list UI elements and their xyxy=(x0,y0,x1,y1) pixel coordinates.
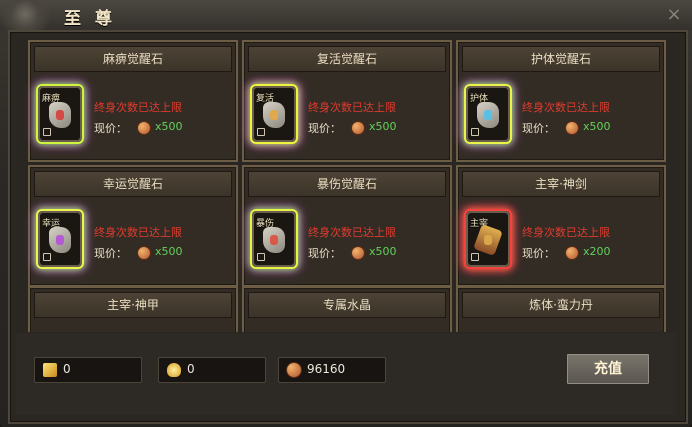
coin-icon xyxy=(352,122,364,134)
item-name: 主宰·神甲 xyxy=(34,292,232,318)
price-label: 现价： xyxy=(522,122,555,135)
lock-icon xyxy=(257,128,265,136)
item-card-sword[interactable]: 主宰·神剑 主宰 终身次数已达上限 现价： x200 xyxy=(456,165,666,287)
lock-icon xyxy=(43,253,51,261)
price-label: 现价： xyxy=(94,247,127,260)
item-name: 麻痹觉醒石 xyxy=(34,46,232,72)
luck-stone-slot[interactable]: 幸运 xyxy=(40,213,80,265)
item-name: 暴伤觉醒石 xyxy=(248,171,446,197)
coin-icon xyxy=(138,247,150,259)
revive-stone-slot[interactable]: 复活 xyxy=(254,88,294,140)
item-card-crystal[interactable]: 专属水晶 xyxy=(242,286,452,332)
item-name: 护体觉醒石 xyxy=(462,46,660,72)
close-icon[interactable]: × xyxy=(656,0,692,30)
stone-mark-icon xyxy=(484,235,492,245)
item-card-luck[interactable]: 幸运觉醒石 幸运 终身次数已达上限 现价： x500 xyxy=(28,165,238,287)
item-price: x500 xyxy=(583,120,611,133)
price-label: 现价： xyxy=(522,247,555,260)
item-price: x500 xyxy=(369,120,397,133)
coin-icon xyxy=(352,247,364,259)
price-label: 现价： xyxy=(308,247,341,260)
item-card-crit[interactable]: 暴伤觉醒石 暴伤 终身次数已达上限 现价： x500 xyxy=(242,165,452,287)
currency-footer: 0 0 96160 充值 xyxy=(16,333,676,415)
item-card-armor[interactable]: 主宰·神甲 xyxy=(28,286,238,332)
purchase-limit-status: 终身次数已达上限 xyxy=(308,226,396,239)
purchase-limit-status: 终身次数已达上限 xyxy=(94,226,182,239)
item-name: 专属水晶 xyxy=(248,292,446,318)
item-name: 幸运觉醒石 xyxy=(34,171,232,197)
item-name: 主宰·神剑 xyxy=(462,171,660,197)
recharge-button[interactable]: 充值 xyxy=(566,353,650,385)
stone-mark-icon xyxy=(56,235,64,245)
coin-balance: 96160 xyxy=(278,357,386,383)
gold-bar-icon xyxy=(43,363,57,377)
item-card-paralysis[interactable]: 麻痹觉醒石 麻痹 终身次数已达上限 现价： x500 xyxy=(28,40,238,162)
item-price: x500 xyxy=(155,120,183,133)
purchase-limit-status: 终身次数已达上限 xyxy=(522,101,610,114)
purchase-limit-status: 终身次数已达上限 xyxy=(522,226,610,239)
stone-mark-icon xyxy=(484,110,492,120)
ingot-icon xyxy=(167,363,181,377)
price-label: 现价： xyxy=(308,122,341,135)
lock-icon xyxy=(471,253,479,261)
coin-icon xyxy=(138,122,150,134)
gold-bar-balance: 0 xyxy=(34,357,142,383)
item-price: x500 xyxy=(155,245,183,258)
purchase-limit-status: 终身次数已达上限 xyxy=(94,101,182,114)
guard-stone-slot[interactable]: 护体 xyxy=(468,88,508,140)
coin-icon xyxy=(287,363,301,377)
ingot-balance: 0 xyxy=(158,357,266,383)
item-card-guard[interactable]: 护体觉醒石 护体 终身次数已达上限 现价： x500 xyxy=(456,40,666,162)
stone-mark-icon xyxy=(270,235,278,245)
lock-icon xyxy=(43,128,51,136)
ingot-value: 0 xyxy=(187,362,195,376)
stone-mark-icon xyxy=(56,110,64,120)
item-name: 炼体·蛮力丹 xyxy=(462,292,660,318)
price-label: 现价： xyxy=(94,122,127,135)
item-price: x200 xyxy=(583,245,611,258)
item-card-pill[interactable]: 炼体·蛮力丹 xyxy=(456,286,666,332)
gold-bar-value: 0 xyxy=(63,362,71,376)
purchase-limit-status: 终身次数已达上限 xyxy=(308,101,396,114)
paralysis-stone-slot[interactable]: 麻痹 xyxy=(40,88,80,140)
lock-icon xyxy=(471,128,479,136)
item-card-revive[interactable]: 复活觉醒石 复活 终身次数已达上限 现价： x500 xyxy=(242,40,452,162)
stone-mark-icon xyxy=(270,110,278,120)
item-name: 复活觉醒石 xyxy=(248,46,446,72)
lock-icon xyxy=(257,253,265,261)
coin-value: 96160 xyxy=(307,362,346,376)
window-title: 至 尊 xyxy=(64,9,116,29)
sword-slot[interactable]: 主宰 xyxy=(468,213,508,265)
title-bar: 至 尊 × xyxy=(0,0,692,36)
crit-stone-slot[interactable]: 暴伤 xyxy=(254,213,294,265)
coin-icon xyxy=(566,247,578,259)
item-price: x500 xyxy=(369,245,397,258)
coin-icon xyxy=(566,122,578,134)
item-grid[interactable]: 麻痹觉醒石 麻痹 终身次数已达上限 现价： x500 复活觉醒石 复活 终身次数… xyxy=(22,36,672,332)
